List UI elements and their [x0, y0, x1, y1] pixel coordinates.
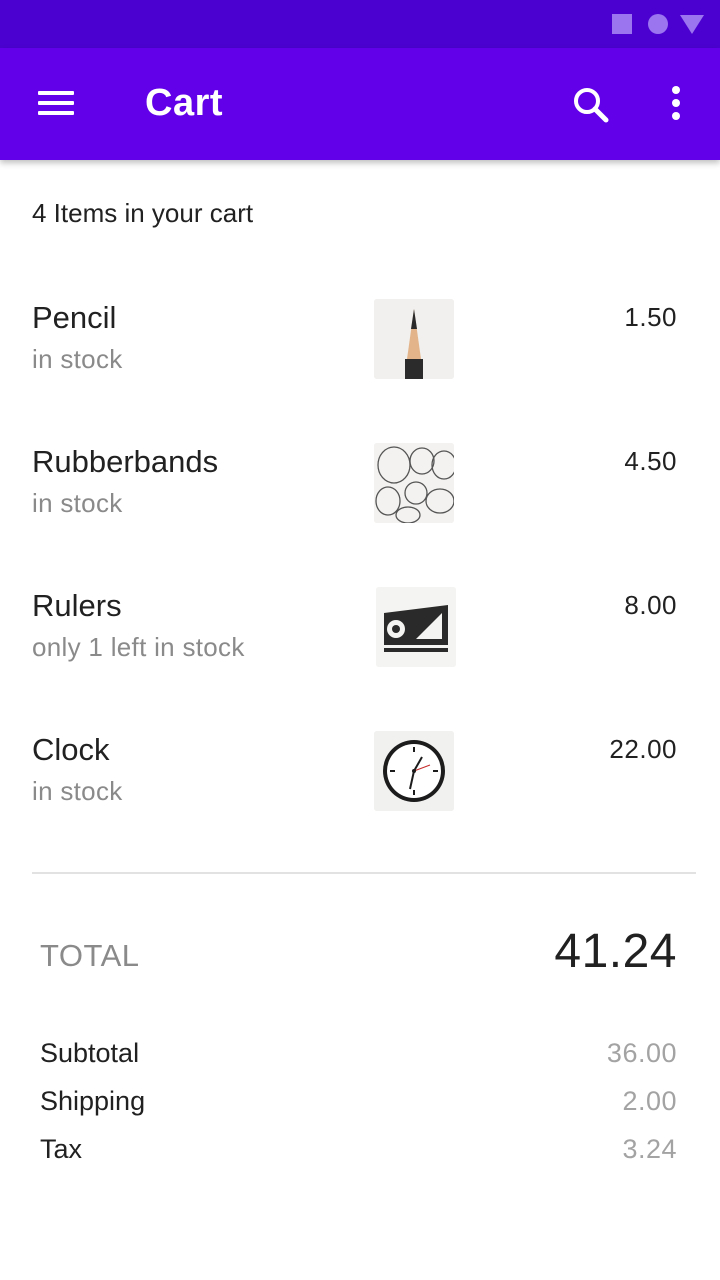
item-name: Rulers: [32, 588, 122, 623]
cart-count: 4 Items in your cart: [32, 198, 254, 228]
cart-item[interactable]: Rulers only 1 left in stock 8.00: [0, 587, 720, 688]
back-icon: [680, 15, 704, 34]
item-name: Rubberbands: [32, 444, 219, 479]
subtotal-value: 36.00: [606, 1038, 677, 1068]
divider: [32, 872, 696, 874]
shipping-value: 2.00: [622, 1086, 677, 1116]
item-name: Pencil: [32, 300, 117, 335]
item-stock-status: only 1 left in stock: [32, 632, 245, 662]
tax-value: 3.24: [622, 1134, 677, 1164]
item-price: 8.00: [624, 590, 677, 620]
search-icon[interactable]: [566, 80, 616, 130]
item-price: 22.00: [609, 734, 677, 764]
shipping-label: Shipping: [40, 1086, 146, 1116]
pencil-image: [374, 299, 454, 379]
item-price: 4.50: [624, 446, 677, 476]
cart-item[interactable]: Rubberbands in stock 4.50: [0, 443, 720, 544]
clock-image: [374, 731, 454, 811]
app-bar: Cart: [0, 48, 720, 160]
item-price: 1.50: [624, 302, 677, 332]
subtotal-row: Subtotal 36.00: [0, 1038, 720, 1078]
item-name: Clock: [32, 732, 110, 767]
shipping-row: Shipping 2.00: [0, 1086, 720, 1126]
subtotal-label: Subtotal: [40, 1038, 140, 1068]
tax-label: Tax: [40, 1134, 83, 1164]
home-icon: [648, 14, 668, 34]
menu-icon[interactable]: [24, 80, 74, 128]
total-value: 41.24: [554, 925, 677, 978]
total-label: TOTAL: [40, 938, 140, 973]
status-bar: [0, 0, 720, 48]
item-stock-status: in stock: [32, 776, 123, 806]
more-vert-icon[interactable]: [652, 80, 700, 130]
recents-icon: [612, 14, 632, 34]
rulers-image: [376, 587, 456, 667]
tax-row: Tax 3.24: [0, 1134, 720, 1174]
rubberbands-image: [374, 443, 454, 523]
cart-item[interactable]: Clock in stock 22.00: [0, 731, 720, 832]
page-title: Cart: [145, 82, 224, 124]
item-stock-status: in stock: [32, 488, 123, 518]
cart-item[interactable]: Pencil in stock 1.50: [0, 299, 720, 400]
item-stock-status: in stock: [32, 344, 123, 374]
